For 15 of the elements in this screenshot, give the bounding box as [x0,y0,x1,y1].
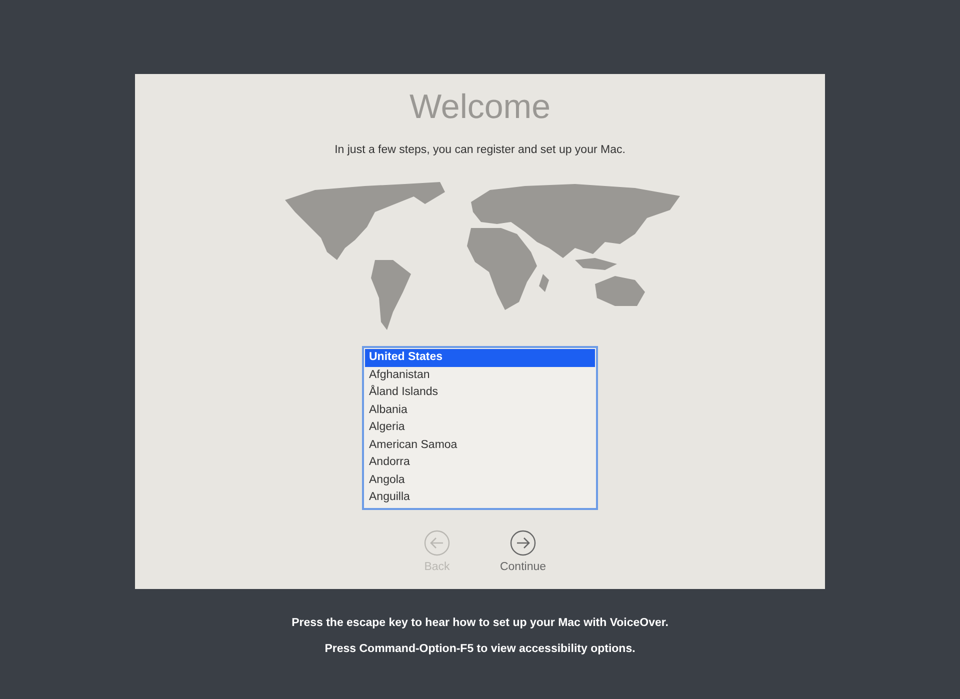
hint-text: Press Command-Option-F5 to view accessibility options. [324,643,636,655]
country-item[interactable]: Afghanistan [365,366,595,384]
continue-button[interactable]: Continue [497,530,549,573]
country-item[interactable]: Angola [365,472,595,489]
country-item[interactable]: Andorra [365,454,595,472]
country-item[interactable]: United States [365,349,595,366]
country-item[interactable]: Anguilla [365,489,595,506]
subtitle: In just a few steps, you can register and set up your Mac. [334,144,626,156]
country-item[interactable]: Algeria [365,419,595,436]
country-item[interactable]: American Samoa [365,436,595,454]
country-item[interactable]: Albania [365,402,595,419]
country-item[interactable]: Åland Islands [365,384,595,402]
welcome-title: Welcome [409,88,551,126]
country-list[interactable]: United States Afghanistan Åland Islands Albania Algeria American Samoa Andorra Angola Anguilla [362,346,598,510]
hint-text: Press the escape key to hear how to set up your Mac with VoiceOver. [292,617,668,629]
